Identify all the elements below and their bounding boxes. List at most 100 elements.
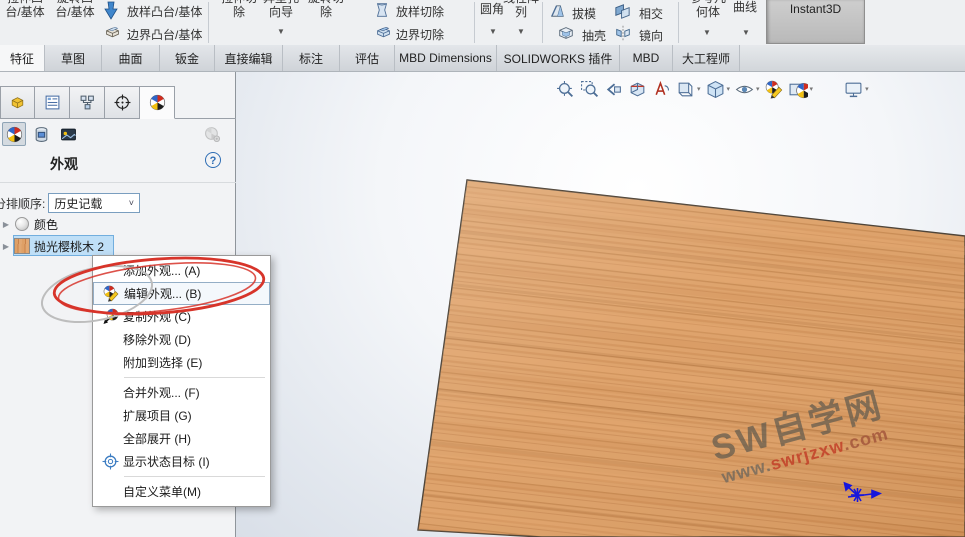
menu-item-2[interactable]: 编辑外观... (B) — [93, 282, 270, 305]
menu-item-label: 复制外观 (C) — [123, 310, 191, 324]
boundary-boss-button[interactable]: 边界凸台/基体 — [127, 26, 202, 43]
menu-item-10[interactable]: 自定义菜单(M) — [93, 480, 270, 503]
view-scene-lights-cameras-button[interactable] — [56, 122, 80, 146]
tab-propertymanager[interactable] — [35, 86, 70, 119]
tab-configurationmanager[interactable] — [70, 86, 105, 119]
displaymanager-toolbar — [2, 122, 234, 148]
tab-surfaces[interactable]: 曲面 — [102, 45, 160, 71]
linear-pattern-button[interactable]: 线性阵列 — [498, 0, 544, 19]
sort-order-label: 分排顺序: — [0, 196, 46, 211]
model-view — [417, 179, 965, 537]
tab-markup[interactable]: 标注 — [283, 45, 340, 71]
menu-item-6[interactable]: 合并外观... (F) — [93, 381, 270, 404]
menu-item-7[interactable]: 扩展项目 (G) — [93, 404, 270, 427]
tab-mbd-dimensions[interactable]: MBD Dimensions — [395, 45, 497, 71]
revolve-cut-label-2: 除 — [319, 4, 332, 19]
intersect-icon — [613, 2, 632, 21]
hide-show-items-button[interactable]: ▾ — [735, 80, 760, 99]
dropdown-caret-icon[interactable]: ▾ — [727, 85, 731, 93]
display-style-button[interactable]: ▾ — [706, 80, 731, 99]
menu-item-4[interactable]: 移除外观 (D) — [93, 328, 270, 351]
dropdown-caret-icon[interactable]: ▾ — [810, 85, 814, 93]
tab-features[interactable]: 特征 — [0, 45, 45, 71]
intersect-button[interactable]: 相交 — [639, 5, 663, 22]
loft-cut-icon — [373, 1, 391, 19]
dropdown-caret-icon[interactable]: ▾ — [756, 85, 760, 93]
hole-wizard-caret-icon[interactable]: ▼ — [277, 28, 285, 36]
scene-lights-icon — [60, 128, 76, 140]
view-appearances-button[interactable] — [2, 122, 26, 146]
tab-sheet-metal[interactable]: 钣金 — [160, 45, 215, 71]
edit-appearance-button[interactable] — [765, 80, 784, 99]
appearance-settings-button-disabled — [200, 122, 224, 146]
edit-appearance-icon — [98, 285, 124, 303]
extrude-boss-button[interactable]: 拉伸凸台/基体 — [0, 0, 50, 19]
tab-solidworks-addins[interactable]: SOLIDWORKS 插件 — [497, 45, 620, 71]
revolve-boss-button[interactable]: 旋转凸台/基体 — [50, 0, 100, 19]
tab-displaymanager[interactable] — [140, 86, 175, 119]
part-icon — [11, 97, 24, 109]
tab-sketch[interactable]: 草图 — [45, 45, 102, 71]
revolve-cut-button[interactable]: 旋转切除 — [303, 0, 349, 19]
menu-icon-slot — [97, 354, 123, 372]
tab-dimxpertmanager[interactable] — [105, 86, 140, 119]
curves-caret-icon[interactable]: ▼ — [742, 29, 750, 37]
shell-icon — [557, 24, 575, 42]
tab-evaluate[interactable]: 评估 — [340, 45, 395, 71]
wood-part-face[interactable] — [417, 179, 965, 537]
menu-item-label: 自定义菜单(M) — [123, 485, 201, 499]
dropdown-caret-icon[interactable]: ▾ — [697, 85, 701, 93]
dropdown-caret-icon[interactable]: ▾ — [865, 85, 869, 93]
zoom-to-fit-button[interactable] — [556, 80, 575, 99]
view-decals-button[interactable] — [29, 122, 53, 146]
view-settings-button[interactable]: ▾ — [844, 80, 869, 99]
menu-item-8[interactable]: 全部展开 (H) — [93, 427, 270, 450]
appearance-context-menu: 添加外观... (A) 编辑外观... (B) 复制外观 (C) 移除外观 (D) 附加… — [92, 255, 271, 507]
section-view-button[interactable] — [628, 80, 647, 99]
sphere-gear-icon — [204, 126, 220, 142]
view-orientation-button[interactable]: ▾ — [676, 80, 701, 99]
tab-mbd[interactable]: MBD — [620, 45, 673, 71]
tab-direct-editing[interactable]: 直接编辑 — [215, 45, 283, 71]
tree-item-label: 抛光樱桃木 2 — [34, 239, 105, 254]
mirror-button[interactable]: 镜向 — [639, 27, 663, 44]
hole-wizard-button[interactable]: 异型孔向导 — [258, 0, 304, 19]
expand-arrow-icon[interactable]: ▶ — [0, 242, 12, 251]
help-icon[interactable]: ? — [205, 152, 221, 168]
menu-item-9[interactable]: 显示状态目标 (I) — [93, 450, 270, 473]
shell-button[interactable]: 抽壳 — [582, 27, 606, 44]
draft-button[interactable]: 拔模 — [572, 5, 596, 22]
annotation-views-button[interactable] — [652, 80, 671, 99]
linear-pattern-caret-icon[interactable]: ▼ — [517, 28, 525, 36]
boundary-cut-button[interactable]: 边界切除 — [396, 26, 444, 43]
curves-button[interactable]: 曲线 — [733, 0, 757, 15]
reference-geometry-button[interactable]: 参考几何体 — [683, 0, 733, 19]
loft-boss-button[interactable]: 放样凸台/基体 — [127, 3, 202, 20]
chevron-down-icon[interactable]: ˅ — [123, 198, 139, 208]
panel-divider — [0, 182, 236, 183]
tree-item-color[interactable]: ▶ 颜色 — [0, 213, 236, 235]
tree-item-polished-cherry[interactable]: ▶ 抛光樱桃木 2 — [0, 235, 236, 257]
extrude-cut-label-2: 除 — [232, 4, 245, 19]
ribbon-separator — [542, 2, 543, 43]
previous-view-button[interactable] — [604, 80, 623, 99]
tab-da-gong-cheng-shi[interactable]: 大工程师 — [673, 45, 740, 71]
menu-icon-slot — [97, 331, 123, 349]
sort-order-dropdown[interactable]: 历史记载 ˅ — [48, 193, 141, 213]
loft-cut-button[interactable]: 放样切除 — [396, 3, 444, 20]
expand-arrow-icon[interactable]: ▶ — [0, 220, 12, 229]
ribbon-separator — [474, 2, 475, 43]
fillet-caret-icon[interactable]: ▼ — [489, 28, 497, 36]
previous-view-icon — [604, 80, 623, 99]
view-orientation-icon — [676, 80, 695, 99]
reference-geometry-caret-icon[interactable]: ▼ — [703, 29, 711, 37]
apply-scene-button[interactable]: ▾ — [789, 80, 814, 99]
manager-panel-tabs — [0, 86, 175, 119]
menu-item-5[interactable]: 附加到选择 (E) — [93, 351, 270, 374]
instant3d-toggle-button[interactable]: Instant3D — [766, 0, 865, 44]
tab-featuremanager[interactable] — [0, 86, 35, 119]
graphics-viewport[interactable]: ▾ ▾ ▾ ▾ ▾ SW自学网 www.swrjzxw.com — [236, 72, 965, 537]
zoom-to-area-button[interactable] — [580, 80, 599, 99]
menu-item-1[interactable]: 添加外观... (A) — [93, 259, 270, 282]
menu-item-3[interactable]: 复制外观 (C) — [93, 305, 270, 328]
